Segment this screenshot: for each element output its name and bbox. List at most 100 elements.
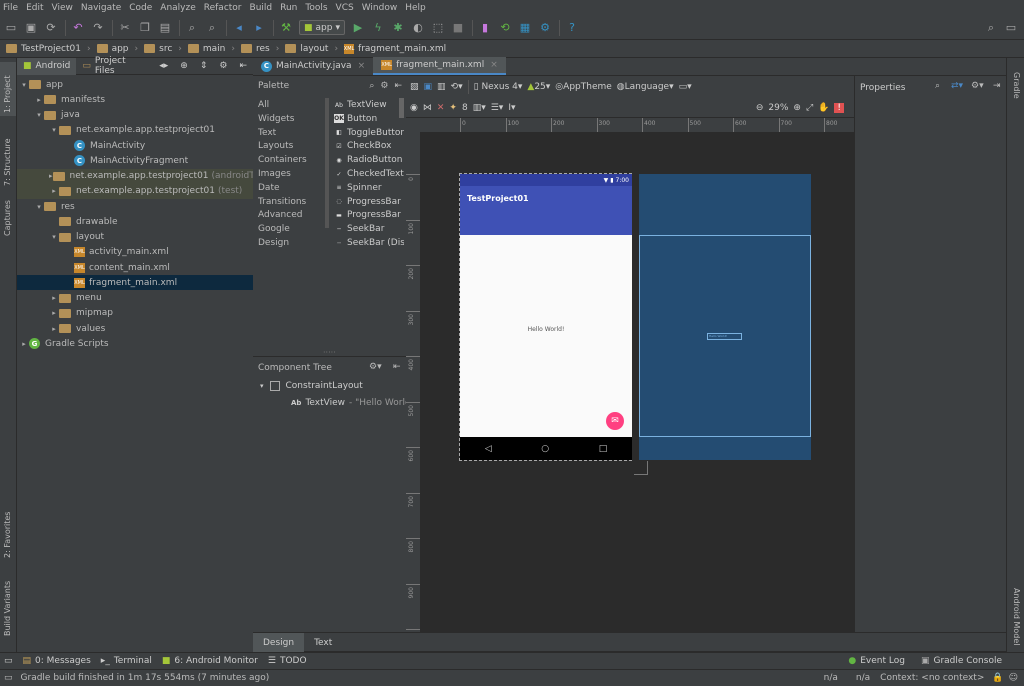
chevron-down-icon[interactable]: ▾ xyxy=(49,233,59,241)
palette-item-checkbox[interactable]: ☑ CheckBox xyxy=(334,141,404,151)
hide-panel-icon[interactable]: ⇤ xyxy=(394,81,402,91)
status-toggle-icon[interactable]: ▭ xyxy=(4,673,13,683)
tree-item-mainactivityfragment[interactable]: C MainActivityFragment xyxy=(17,153,253,168)
breadcrumb-src[interactable]: src › xyxy=(144,44,182,54)
palette-item-togglebutton[interactable]: ◧ ToggleButton xyxy=(334,128,404,138)
menu-navigate[interactable]: Navigate xyxy=(81,3,121,13)
warnings-icon[interactable]: ! xyxy=(834,102,844,113)
tree-item-fragment-main-xml[interactable]: XML fragment_main.xml xyxy=(17,275,253,291)
tool-window-0-messages[interactable]: ▤ 0: Messages xyxy=(23,656,91,666)
palette-item-seekbar[interactable]: ─ SeekBar xyxy=(334,224,404,234)
stop-icon[interactable]: ■ xyxy=(451,21,465,35)
clear-constraints-icon[interactable]: ✕ xyxy=(437,103,445,113)
design-mode-icon[interactable]: ▧ xyxy=(410,82,419,92)
fab-email-icon[interactable]: ✉ xyxy=(606,412,624,430)
zoom-out-icon[interactable]: ⊖ xyxy=(756,103,764,113)
sync-icon[interactable]: ⟳ xyxy=(44,21,58,35)
tab-text[interactable]: Text xyxy=(304,633,342,652)
breadcrumb-app[interactable]: app › xyxy=(96,44,138,54)
android-model-strip-tab[interactable]: Android Model xyxy=(1012,588,1021,646)
copy-icon[interactable]: ❐ xyxy=(138,21,152,35)
zoom-fit-icon[interactable]: ⤢ xyxy=(806,103,813,113)
attach-debugger-icon[interactable]: ⬚ xyxy=(431,21,445,35)
replace-icon[interactable]: ⌕ xyxy=(205,21,219,35)
undo-icon[interactable]: ↶ xyxy=(71,21,85,35)
palette-category-widgets[interactable]: Widgets xyxy=(258,114,294,124)
paste-icon[interactable]: ▤ xyxy=(158,21,172,35)
project-files-tab[interactable]: ▭ Project Files xyxy=(76,56,153,76)
tree-item-net-example-app-testproject01[interactable]: ▸ net.example.app.testproject01 (test) xyxy=(17,183,253,199)
tree-item-net-example-app-testproject01[interactable]: ▾ net.example.app.testproject01 xyxy=(17,123,253,138)
palette-category-layouts[interactable]: Layouts xyxy=(258,141,293,151)
structure-strip-tab[interactable]: 7: Structure xyxy=(3,138,12,186)
avd-manager-icon[interactable]: ▮ xyxy=(478,21,492,35)
collapse-all-icon[interactable]: ⇕ xyxy=(194,58,214,75)
tree-item-drawable[interactable]: drawable xyxy=(17,214,253,229)
settings-icon[interactable]: ⚙ xyxy=(380,81,388,91)
settings-icon[interactable]: ⚙ xyxy=(213,58,233,75)
tree-item-net-example-app-testproject01[interactable]: ▸ net.example.app.testproject01 (androidTe… xyxy=(17,168,270,184)
tree-item-gradle-scripts[interactable]: ▸ G Gradle Scripts xyxy=(17,336,253,351)
tree-item-values[interactable]: ▸ values xyxy=(17,321,253,336)
toggle-view-icon[interactable]: ⇄▾ xyxy=(951,81,963,91)
layout-toggle-icon[interactable]: ▭ xyxy=(4,656,13,666)
find-icon[interactable]: ⌕ xyxy=(185,21,199,35)
cut-icon[interactable]: ✂ xyxy=(118,21,132,35)
chevron-down-icon[interactable]: ▾ xyxy=(19,81,29,89)
close-icon[interactable]: × xyxy=(358,61,366,71)
gradle-strip-tab[interactable]: Gradle xyxy=(1012,72,1021,99)
editor-tab-fragment-main-xml[interactable]: XML fragment_main.xml × xyxy=(373,57,506,75)
pack-icon[interactable]: ▥▾ xyxy=(473,103,486,113)
breadcrumb-res[interactable]: res › xyxy=(241,44,279,54)
tool-window-terminal[interactable]: ▸_ Terminal xyxy=(101,656,152,666)
design-surface[interactable]: ▼ ▮ 7:00 TestProject01 Hello World! ✉ ◁ ○ … xyxy=(460,174,632,460)
apply-changes-icon[interactable]: ϟ xyxy=(371,21,385,35)
menu-run[interactable]: Run xyxy=(280,3,297,13)
menu-window[interactable]: Window xyxy=(362,3,398,13)
chevron-down-icon[interactable]: ▾ xyxy=(49,126,59,134)
tool-window-gradle-console[interactable]: ▣ Gradle Console xyxy=(921,656,1002,666)
favorites-strip-tab[interactable]: 2: Favorites xyxy=(3,512,12,558)
palette-category-transitions[interactable]: Transitions xyxy=(258,197,306,207)
tree-item-textview[interactable]: Ab TextView - "Hello World!" xyxy=(291,398,418,408)
menu-help[interactable]: Help xyxy=(405,3,426,13)
infer-constraints-icon[interactable]: ✦ xyxy=(449,103,457,113)
menu-analyze[interactable]: Analyze xyxy=(160,3,195,13)
build-variants-strip-tab[interactable]: Build Variants xyxy=(3,581,12,636)
breadcrumb-fragment-main-xml[interactable]: XML fragment_main.xml xyxy=(344,43,446,54)
debug-icon[interactable]: ✱ xyxy=(391,21,405,35)
palette-item-radiobutton[interactable]: ◉ RadioButton xyxy=(334,155,404,165)
breadcrumb-main[interactable]: main › xyxy=(187,44,235,54)
redo-icon[interactable]: ↷ xyxy=(91,21,105,35)
tool-window-event-log[interactable]: ● Event Log xyxy=(848,656,905,666)
breadcrumb-testproject01[interactable]: TestProject01 › xyxy=(6,44,91,54)
palette-scrollbar[interactable] xyxy=(325,98,329,228)
tool-window-6-android-monitor[interactable]: ■ 6: Android Monitor xyxy=(162,656,258,666)
palette-category-advanced[interactable]: Advanced xyxy=(258,210,302,220)
palette-item-progressbar-horizontal[interactable]: ▬ ProgressBar (Horizontal) xyxy=(334,210,404,220)
chevron-right-icon[interactable]: ▸ xyxy=(49,309,59,317)
orientation-icon[interactable]: ⟲▾ xyxy=(451,82,463,92)
menu-edit[interactable]: Edit xyxy=(26,3,43,13)
breadcrumb-layout[interactable]: layout › xyxy=(285,44,338,54)
menu-code[interactable]: Code xyxy=(129,3,152,13)
help-icon[interactable]: ? xyxy=(565,21,579,35)
search-everywhere-icon[interactable]: ⌕ xyxy=(984,21,998,35)
profile-icon[interactable]: ◐ xyxy=(411,21,425,35)
chevron-right-icon[interactable]: ▸ xyxy=(49,325,59,333)
zoom-in-icon[interactable]: ⊕ xyxy=(793,103,801,113)
chevron-right-icon[interactable]: ▸ xyxy=(34,96,44,104)
api-select[interactable]: ▲25▾ xyxy=(527,82,550,92)
chevron-down-icon[interactable]: ▾ xyxy=(34,203,44,211)
tree-item-app[interactable]: ▾ app xyxy=(17,77,253,92)
tree-item-layout[interactable]: ▾ layout xyxy=(17,230,253,245)
palette-category-containers[interactable]: Containers xyxy=(258,155,307,165)
palette-item-checkedtextview[interactable]: ✓ CheckedTextView xyxy=(334,169,404,179)
palette-category-google[interactable]: Google xyxy=(258,224,290,234)
menu-tools[interactable]: Tools xyxy=(305,3,327,13)
captures-strip-tab[interactable]: Captures xyxy=(3,200,12,236)
tree-item-mipmap[interactable]: ▸ mipmap xyxy=(17,306,253,321)
tree-item-menu[interactable]: ▸ menu xyxy=(17,291,253,306)
run-config-select[interactable]: ■ app ▾ xyxy=(299,20,345,35)
tree-item-activity-main-xml[interactable]: XML activity_main.xml xyxy=(17,245,253,260)
